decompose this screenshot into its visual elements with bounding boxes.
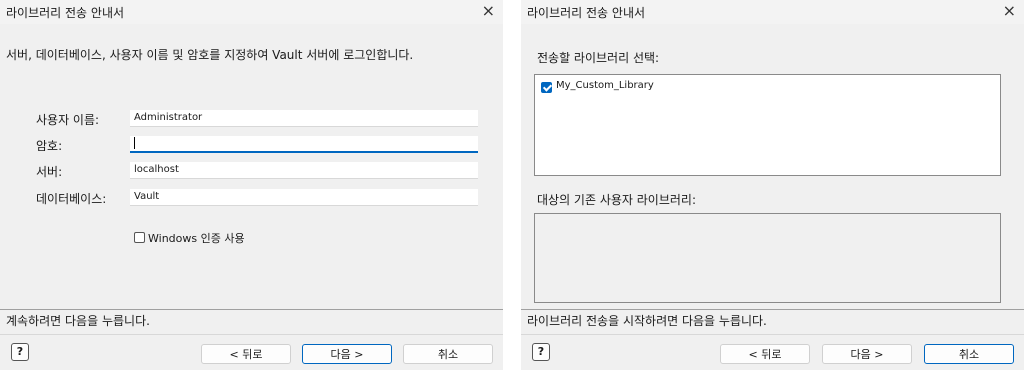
server-label: 서버: (36, 165, 63, 179)
text-caret (134, 137, 135, 149)
footer-divider (0, 309, 503, 310)
cancel-button[interactable]: 취소 (403, 344, 493, 364)
library-select-dialog: 라이브러리 전송 안내서 × 전송할 라이브러리 선택: My_Custom_L… (521, 0, 1024, 370)
back-button[interactable]: < 뒤로 (720, 344, 810, 364)
close-icon[interactable]: × (482, 1, 495, 20)
login-instruction: 서버, 데이터베이스, 사용자 이름 및 암호를 지정하여 Vault 서버에 … (6, 48, 414, 62)
footer-text: 라이브러리 전송을 시작하려면 다음을 누릅니다. (527, 314, 767, 328)
login-dialog: 라이브러리 전송 안내서 × 서버, 데이터베이스, 사용자 이름 및 암호를 … (0, 0, 503, 370)
button-divider (0, 334, 503, 335)
password-field[interactable] (130, 136, 478, 153)
cancel-button[interactable]: 취소 (924, 344, 1014, 364)
close-icon[interactable]: × (1003, 1, 1016, 20)
library-item-label: My_Custom_Library (556, 80, 654, 91)
select-library-label: 전송할 라이브러리 선택: (537, 51, 660, 65)
wizard-content: 전송할 라이브러리 선택: My_Custom_Library 대상의 기존 사… (521, 24, 1024, 326)
dialog-title: 라이브러리 전송 안내서 (527, 6, 646, 20)
database-field[interactable]: Vault (130, 189, 478, 206)
help-icon[interactable]: ? (532, 343, 550, 361)
next-button[interactable]: 다음 > (822, 344, 912, 364)
database-label: 데이터베이스: (36, 192, 107, 206)
footer-text: 계속하려면 다음을 누릅니다. (6, 314, 150, 328)
title-bar: 라이브러리 전송 안내서 × (521, 0, 1024, 24)
source-library-list[interactable]: My_Custom_Library (534, 74, 1001, 176)
title-bar: 라이브러리 전송 안내서 × (0, 0, 503, 24)
server-field[interactable]: localhost (130, 162, 478, 179)
target-library-list[interactable] (534, 213, 1001, 303)
username-field[interactable]: Administrator (130, 110, 478, 127)
target-library-label: 대상의 기존 사용자 라이브러리: (537, 193, 697, 207)
dialog-title: 라이브러리 전송 안내서 (6, 6, 125, 20)
help-icon[interactable]: ? (11, 343, 29, 361)
username-label: 사용자 이름: (36, 113, 100, 127)
footer-divider (521, 309, 1024, 310)
back-button[interactable]: < 뒤로 (201, 344, 291, 364)
windows-auth-checkbox[interactable] (134, 232, 145, 243)
library-checkbox[interactable] (541, 82, 552, 93)
button-divider (521, 334, 1024, 335)
password-label: 암호: (36, 139, 63, 153)
wizard-content: 서버, 데이터베이스, 사용자 이름 및 암호를 지정하여 Vault 서버에 … (0, 24, 503, 326)
next-button[interactable]: 다음 > (302, 344, 392, 364)
windows-auth-label: Windows 인증 사용 (148, 232, 245, 245)
